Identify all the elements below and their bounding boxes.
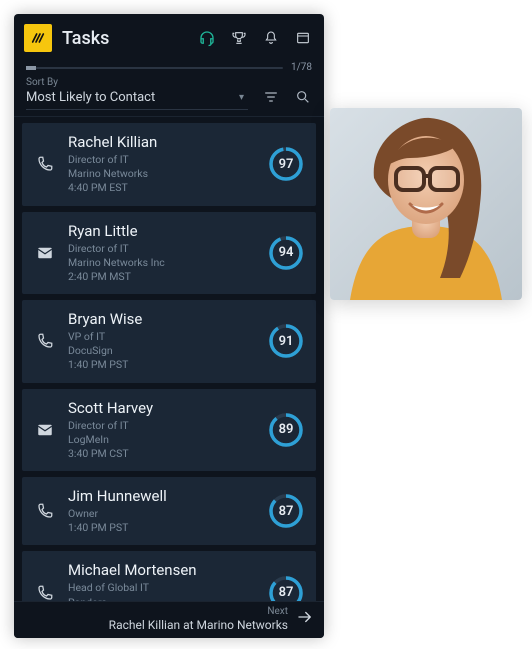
- logo-icon: [30, 30, 46, 46]
- mail-icon: [34, 421, 56, 439]
- task-company: Marino Networks Inc: [68, 256, 268, 270]
- task-time: 4:40 PM EST: [68, 181, 268, 195]
- task-time: 2:40 PM MST: [68, 270, 268, 284]
- search-icon[interactable]: [294, 88, 312, 106]
- task-card[interactable]: Michael MortensenHead of Global ITPandor…: [22, 551, 316, 601]
- task-company: LogMeIn: [68, 433, 268, 447]
- task-company: Marino Networks: [68, 167, 268, 181]
- progress-bar: [26, 67, 283, 69]
- task-title: Owner: [68, 507, 268, 521]
- task-company: DocuSign: [68, 344, 268, 358]
- contact-photo: [330, 108, 522, 300]
- score-value: 94: [268, 235, 304, 271]
- task-name: Scott Harvey: [68, 399, 268, 417]
- task-title: Director of IT: [68, 242, 268, 256]
- trophy-icon[interactable]: [230, 29, 248, 47]
- app-logo[interactable]: [24, 24, 52, 52]
- sort-label: Sort By: [26, 77, 248, 88]
- phone-icon: [34, 332, 56, 350]
- score-value: 87: [268, 575, 304, 601]
- task-card[interactable]: Rachel Killian Director of ITMarino Netwo…: [22, 123, 316, 206]
- footer-bar: Next Rachel Killian at Marino Networks: [14, 601, 324, 638]
- task-title: Head of Global IT: [68, 581, 268, 595]
- task-body: Ryan Little Director of ITMarino Networks…: [68, 222, 268, 285]
- task-list: Rachel KillianDirector of ITMarino Netwo…: [14, 117, 324, 601]
- tasks-panel: Tasks 1/78 Sort By Most Likely to Contac…: [14, 14, 324, 638]
- task-card[interactable]: Ryan Little Director of ITMarino Networks…: [22, 212, 316, 295]
- task-name: Ryan Little: [68, 222, 268, 240]
- score-ring: 91: [268, 323, 304, 359]
- task-body: Michael MortensenHead of Global ITPandor…: [68, 561, 268, 601]
- arrow-right-icon: [296, 608, 314, 626]
- score-value: 97: [268, 146, 304, 182]
- progress-row: 1/78: [14, 60, 324, 73]
- footer-label: Next: [267, 606, 288, 618]
- score-value: 89: [268, 412, 304, 448]
- task-time: 3:40 PM CST: [68, 447, 268, 461]
- panel-header: Tasks: [14, 14, 324, 60]
- phone-icon: [34, 502, 56, 520]
- phone-icon: [34, 155, 56, 173]
- task-title: Director of IT: [68, 153, 268, 167]
- filter-icon[interactable]: [262, 88, 280, 106]
- task-name: Bryan Wise: [68, 310, 268, 328]
- sort-dropdown[interactable]: Most Likely to Contact ▾: [26, 90, 248, 110]
- score-ring: 87: [268, 575, 304, 601]
- chevron-down-icon: ▾: [239, 92, 244, 103]
- task-title: VP of IT: [68, 330, 268, 344]
- bell-icon[interactable]: [262, 29, 280, 47]
- progress-count: 1/78: [291, 62, 312, 73]
- next-button[interactable]: [296, 608, 314, 630]
- score-value: 91: [268, 323, 304, 359]
- score-ring: 94: [268, 235, 304, 271]
- page-title: Tasks: [62, 28, 198, 49]
- sort-value: Most Likely to Contact: [26, 90, 155, 105]
- task-time: 1:40 PM PST: [68, 358, 268, 372]
- window-icon[interactable]: [294, 29, 312, 47]
- score-value: 87: [268, 493, 304, 529]
- task-body: Scott Harvey Director of ITLogMeIn3:40 PM…: [68, 399, 268, 462]
- header-actions: [198, 29, 312, 47]
- task-body: Rachel Killian Director of ITMarino Netwo…: [68, 133, 268, 196]
- sort-row: Sort By Most Likely to Contact ▾: [14, 73, 324, 117]
- task-body: Bryan Wise VP of ITDocuSign1:40 PM PST: [68, 310, 268, 373]
- phone-icon: [34, 584, 56, 601]
- footer-next-text: Rachel Killian at Marino Networks: [109, 618, 288, 632]
- score-ring: 97: [268, 146, 304, 182]
- task-card[interactable]: Scott Harvey Director of ITLogMeIn3:40 PM…: [22, 389, 316, 472]
- task-body: Jim Hunnewell Owner1:40 PM PST: [68, 487, 268, 535]
- task-card[interactable]: Bryan Wise VP of ITDocuSign1:40 PM PST 91: [22, 300, 316, 383]
- task-name: Michael Mortensen: [68, 561, 268, 579]
- task-card[interactable]: Jim Hunnewell Owner1:40 PM PST 87: [22, 477, 316, 545]
- score-ring: 87: [268, 493, 304, 529]
- headset-icon[interactable]: [198, 29, 216, 47]
- task-time: 1:40 PM PST: [68, 521, 268, 535]
- mail-icon: [34, 244, 56, 262]
- task-name: Rachel Killian: [68, 133, 268, 151]
- task-name: Jim Hunnewell: [68, 487, 268, 505]
- score-ring: 89: [268, 412, 304, 448]
- task-title: Director of IT: [68, 419, 268, 433]
